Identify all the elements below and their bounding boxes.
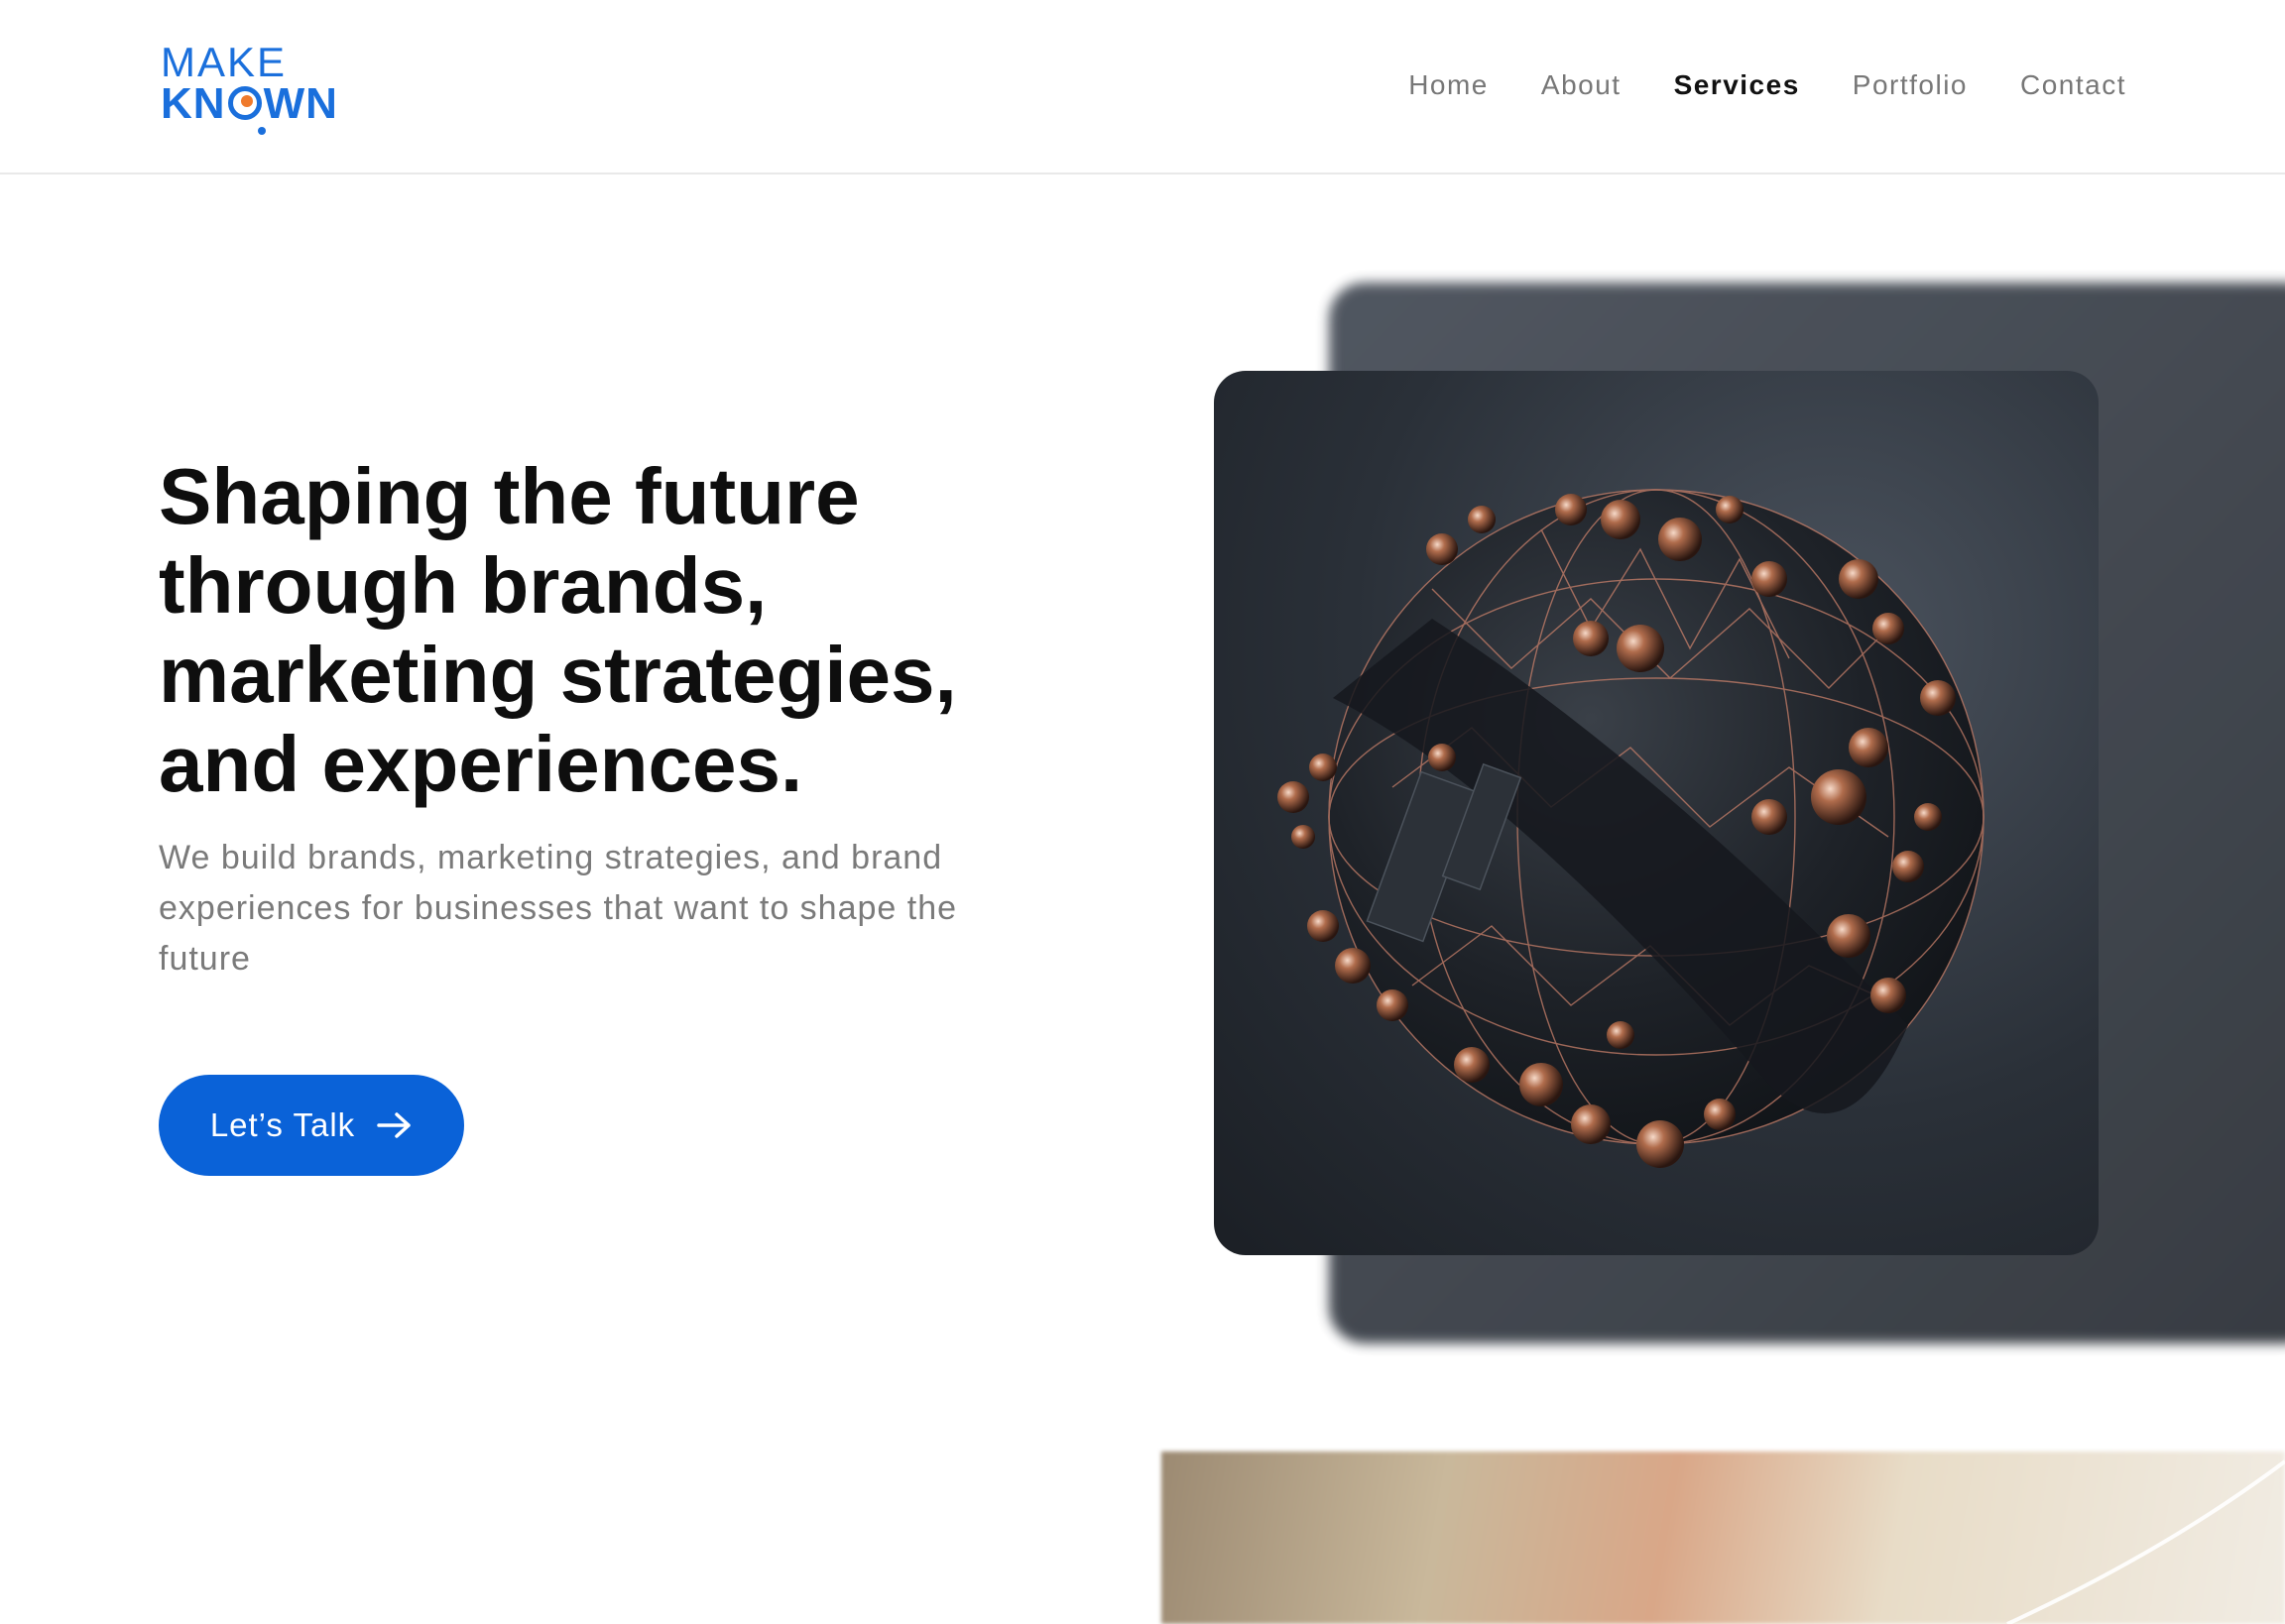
nav-home[interactable]: Home xyxy=(1408,69,1489,101)
nav-about[interactable]: About xyxy=(1541,69,1622,101)
logo-kn: KN xyxy=(161,79,226,128)
next-section-heading-cut xyxy=(159,1598,853,1624)
arrow-right-icon xyxy=(377,1112,411,1138)
logo[interactable]: MAKE KN WN xyxy=(159,39,357,135)
sphere-illustration xyxy=(1277,489,1984,1168)
nav-contact[interactable]: Contact xyxy=(2020,69,2126,101)
map-flight-path xyxy=(2006,1459,2285,1624)
site-header: MAKE KN WN Home About Services Portfolio … xyxy=(0,0,2285,174)
logo-line1: MAKE xyxy=(161,39,288,85)
logo-line2: KN WN xyxy=(161,81,338,127)
main-nav: Home About Services Portfolio Contact xyxy=(1408,69,2126,101)
nav-services[interactable]: Services xyxy=(1674,69,1800,101)
lets-talk-button[interactable]: Let’s Talk xyxy=(159,1075,464,1176)
hero-image-sphere xyxy=(1214,371,2099,1255)
logo-wn: WN xyxy=(263,79,338,128)
cta-label: Let’s Talk xyxy=(209,1106,356,1143)
nav-portfolio[interactable]: Portfolio xyxy=(1853,69,1968,101)
logo-pin-dot xyxy=(258,127,266,135)
hero-title: Shaping the future through brands, marke… xyxy=(159,452,957,808)
logo-eye-icon xyxy=(227,86,262,120)
hero-subtitle: We build brands, marketing strategies, a… xyxy=(159,839,958,978)
